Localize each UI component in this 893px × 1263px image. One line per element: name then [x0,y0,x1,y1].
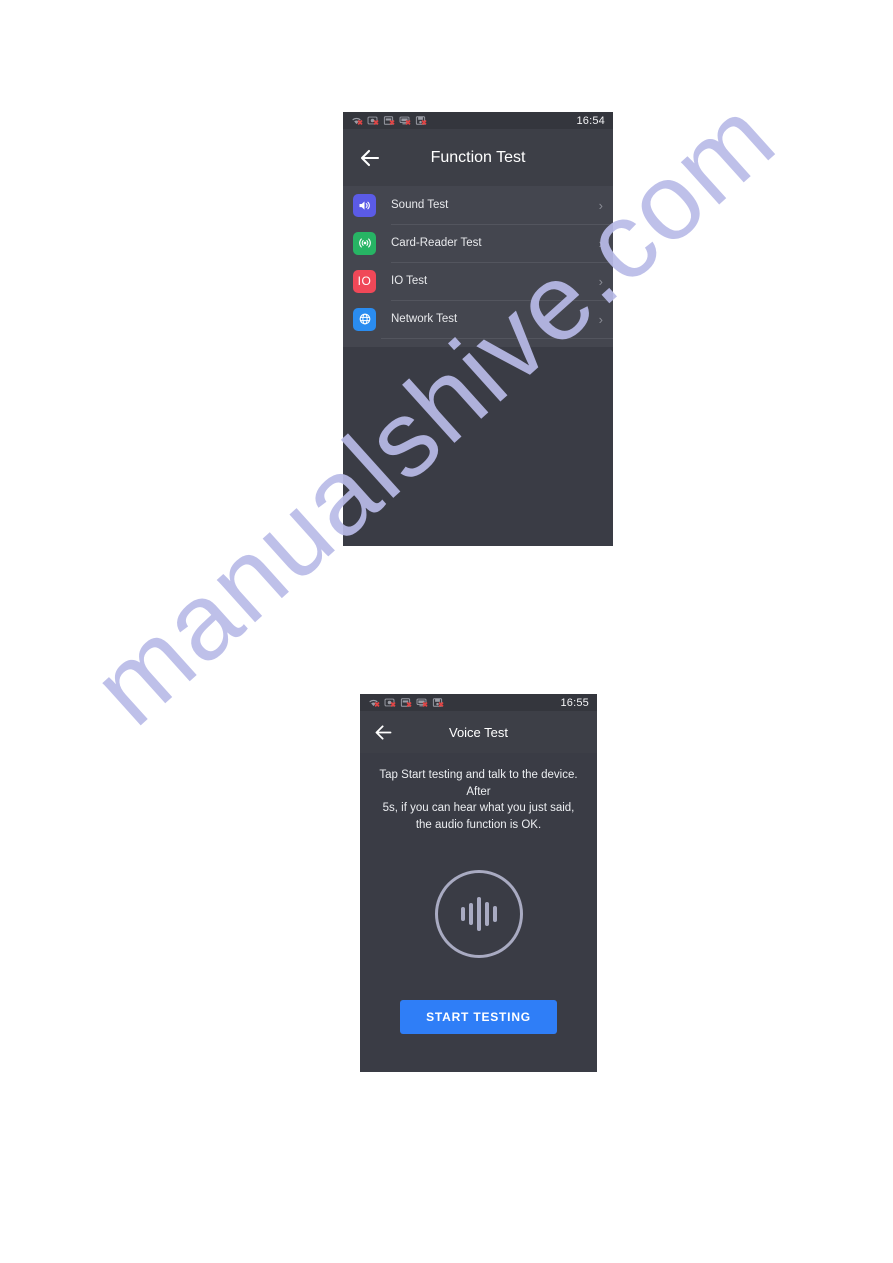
list-item-card-reader-test[interactable]: Card-Reader Test › [353,224,613,262]
list-item-label: Sound Test [391,199,449,211]
camera-disabled-icon: ✖ [384,697,396,709]
waveform-indicator [374,869,583,958]
arrow-left-icon [360,149,380,166]
app-bar: Voice Test [360,711,597,753]
chevron-right-icon: › [598,235,603,251]
start-testing-button[interactable]: START TESTING [400,999,557,1034]
back-button[interactable] [357,145,383,171]
storage-error-icon: ✖ [432,697,444,709]
status-bar-icons: ✖ ✖ ✖ ✖ ✖ [351,115,427,127]
screenshot-voice-test: ✖ ✖ ✖ ✖ ✖ 16:55 Voice Test Tap Start tes… [360,694,597,1072]
waveform-bar [492,905,497,922]
list-item-io-test[interactable]: IO IO Test › [353,262,613,300]
waveform-bar [460,906,465,921]
sd-card-error-icon: ✖ [400,697,412,709]
waveform-bar [468,902,473,925]
network-error-icon: ✖ [399,115,411,127]
globe-network-icon [353,307,376,331]
status-bar-clock: 16:55 [560,696,589,709]
page-title: Voice Test [448,724,509,740]
list-item-sound-test[interactable]: Sound Test › [353,186,613,224]
arrow-left-icon [375,724,391,740]
wifi-disconnected-icon: ✖ [368,697,380,709]
error-badge: ✖ [406,702,412,709]
error-badge: ✖ [438,702,444,709]
chevron-right-icon: › [598,273,603,289]
waveform-bar [476,896,481,931]
screenshot-function-test: ✖ ✖ ✖ ✖ ✖ 16:54 Function Test Sound Test… [343,112,613,546]
list-item-network-test[interactable]: Network Test › [353,300,613,338]
instructions-text: Tap Start testing and talk to the device… [379,769,578,832]
status-bar: ✖ ✖ ✖ [343,112,613,129]
chevron-right-icon: › [598,311,603,327]
app-bar: Function Test [343,129,613,186]
wifi-disconnected-icon: ✖ [351,115,363,127]
sd-card-error-icon: ✖ [383,115,395,127]
waveform-bar [484,901,489,926]
audio-waveform-circle-icon [434,869,523,958]
voice-test-content: Tap Start testing and talk to the device… [360,753,597,1034]
network-error-icon: ✖ [416,697,428,709]
back-button[interactable] [372,721,394,743]
error-badge: ✖ [373,120,379,127]
list-item-label: IO Test [391,275,428,287]
error-badge: ✖ [390,702,396,709]
chevron-right-icon: › [598,197,603,213]
status-bar-clock: 16:54 [576,114,605,127]
nfc-icon [353,231,376,255]
status-bar: ✖ ✖ ✖ [360,694,597,711]
status-bar-icons: ✖ ✖ ✖ ✖ ✖ [368,697,444,709]
error-badge: ✖ [374,702,380,709]
start-testing-button-wrap: START TESTING [374,999,583,1034]
error-badge: ✖ [422,702,428,709]
list-item-label: Card-Reader Test [391,237,482,249]
function-test-list: Sound Test › Card-Reader Test › IO IO Te… [343,186,613,347]
list-item-label: Network Test [391,313,458,325]
error-badge: ✖ [405,120,411,127]
error-badge: ✖ [357,120,363,127]
list-tail-spacer [353,339,613,347]
io-text-icon: IO [353,269,376,293]
speaker-icon [353,193,376,217]
error-badge: ✖ [421,120,427,127]
error-badge: ✖ [389,120,395,127]
page-title: Function Test [430,148,526,166]
storage-error-icon: ✖ [415,115,427,127]
camera-disabled-icon: ✖ [367,115,379,127]
